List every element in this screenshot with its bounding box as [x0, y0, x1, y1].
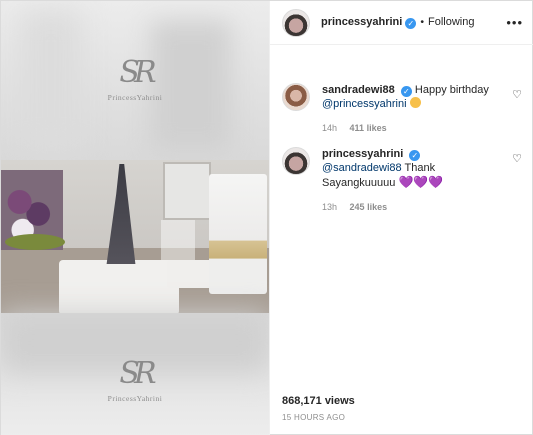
logo-brand: PrincessYahrini — [107, 93, 163, 102]
like-comment-heart-icon[interactable]: ♡ — [512, 152, 522, 165]
view-count[interactable]: 868,171 views — [282, 395, 355, 407]
comment-item: princessyahrini ✓ @sandradewi88 Thank Sa… — [282, 147, 522, 214]
avatar[interactable] — [282, 83, 310, 111]
separator-dot: • — [420, 16, 425, 28]
watermark-logo-top: SR PrincessYahrini — [1, 55, 269, 102]
post-timestamp[interactable]: 15 HOURS AGO — [282, 413, 355, 422]
comment-time[interactable]: 13h — [322, 202, 337, 212]
comment-item: sandradewi88 ✓ Happy birthday @princessy… — [282, 83, 522, 135]
following-button[interactable]: Following — [428, 16, 474, 28]
comment-likes[interactable]: 245 likes — [350, 202, 388, 212]
post-footer: 868,171 views 15 HOURS AGO — [282, 395, 355, 422]
post-header: princessyahrini ✓ • Following ••• — [270, 1, 533, 45]
watermark-logo-bottom: SR PrincessYahrini — [1, 356, 269, 403]
comment-mention[interactable]: @princessyahrini — [322, 98, 407, 110]
author-username-row: princessyahrini ✓ • Following — [321, 16, 474, 29]
cake-photo — [1, 160, 269, 313]
comment-meta: 13h 245 likes — [322, 200, 492, 214]
verified-badge-icon: ✓ — [405, 18, 417, 29]
author-username[interactable]: princessyahrini — [321, 16, 402, 28]
comment-meta: 14h 411 likes — [322, 121, 492, 135]
verified-badge-icon: ✓ — [400, 86, 412, 97]
comment-time[interactable]: 14h — [322, 123, 337, 133]
verified-badge-icon: ✓ — [409, 150, 421, 161]
post-sidebar: princessyahrini ✓ • Following ••• sandradew… — [269, 1, 533, 435]
comment-mention[interactable]: @sandradewi88 — [322, 162, 402, 174]
logo-monogram: SR — [119, 55, 156, 90]
post-modal: SR PrincessYahrini SR PrincessYahrini pr… — [0, 0, 533, 435]
blowing-kiss-emoji-icon — [409, 97, 421, 108]
post-video[interactable]: SR PrincessYahrini SR PrincessYahrini — [1, 1, 269, 435]
comment-username[interactable]: princessyahrini — [322, 148, 403, 160]
purple-heart-emoji-icon: 💜💜💜 — [398, 175, 444, 189]
logo-brand: PrincessYahrini — [107, 394, 163, 403]
like-comment-heart-icon[interactable]: ♡ — [512, 88, 522, 101]
more-options-icon[interactable]: ••• — [506, 15, 523, 30]
logo-monogram: SR — [119, 356, 156, 391]
avatar[interactable] — [282, 147, 310, 175]
comment-username[interactable]: sandradewi88 — [322, 84, 395, 96]
comment-likes[interactable]: 411 likes — [350, 123, 387, 133]
avatar[interactable] — [282, 8, 310, 37]
comment-text: Happy birthday — [414, 84, 489, 96]
